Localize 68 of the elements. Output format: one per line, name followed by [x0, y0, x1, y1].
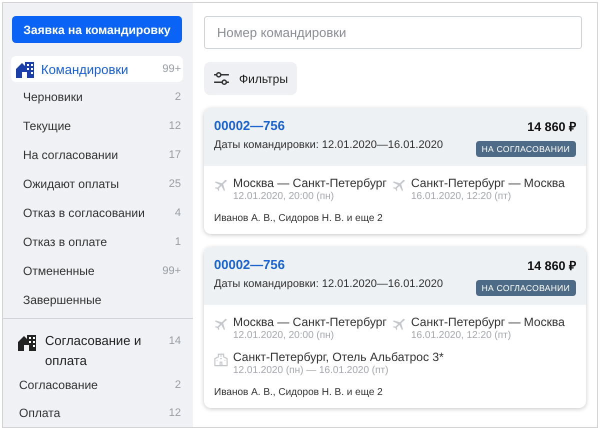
count: 99+ — [162, 264, 181, 276]
travelers: Иванов А. В., Сидоров Н. В. и еще 2 — [214, 387, 384, 398]
sidebar-item[interactable]: Оплата 12 — [17, 399, 183, 427]
hotel-name: Санкт-Петербург, Отель Альбатрос 3* — [233, 350, 444, 364]
item-label: Согласование — [19, 378, 99, 392]
departure-time: 16.01.2020, 12:20 (пт) — [411, 191, 512, 202]
sidebar-section[interactable]: Командировки 99+ — [11, 56, 183, 82]
count: 17 — [168, 148, 181, 160]
section-label: Согласование и оплата — [45, 332, 142, 370]
route: Санкт-Петербург — Москва — [411, 315, 565, 329]
status-badge: НА СОГЛАСОВАНИИ — [476, 141, 576, 157]
item-label: Отказ в согласовании — [23, 206, 146, 220]
count: 14 — [168, 334, 181, 349]
filters-button[interactable]: Фильтры — [204, 62, 297, 95]
count: 4 — [174, 206, 181, 218]
travelers: Иванов А. В., Сидоров Н. В. и еще 2 — [214, 213, 384, 224]
sidebar-item[interactable]: Согласование 2 — [17, 371, 183, 399]
sidebar-item[interactable]: Черновики 2 — [11, 82, 183, 111]
route: Санкт-Петербург — Москва — [411, 176, 565, 190]
sidebar-item[interactable]: На согласовании 17 — [11, 140, 183, 169]
plane-icon — [214, 317, 228, 332]
item-label: Завершенные — [23, 292, 102, 306]
count: 2 — [174, 379, 181, 391]
building-icon — [15, 60, 35, 78]
item-label: Черновики — [23, 90, 84, 104]
item-label: На согласовании — [23, 148, 120, 162]
plane-icon — [392, 317, 406, 332]
sidebar-item[interactable]: Отказ в согласовании 4 — [11, 198, 183, 227]
create-trip-button[interactable]: Заявка на командировку — [12, 16, 182, 43]
building-icon — [214, 352, 228, 367]
route: Москва — Санкт-Петербург — [233, 176, 387, 190]
item-label: Отмененные — [23, 264, 96, 278]
trip-card[interactable] — [204, 247, 586, 408]
trip-number-link[interactable]: 00002—756 — [214, 118, 443, 133]
trip-dates: Даты командировки: 12.01.2020—16.01.2020 — [214, 278, 443, 290]
count: 12 — [168, 120, 181, 132]
route: Москва — Санкт-Петербург — [233, 315, 387, 329]
item-label: Ожидают оплаты — [23, 176, 120, 190]
sidebar-item[interactable]: Ожидают оплаты 25 — [11, 169, 183, 198]
filter-icon — [213, 72, 230, 85]
sidebar-section[interactable]: Согласование и оплата 14 — [17, 331, 183, 371]
price: 14 860 ₽ — [527, 119, 576, 135]
building-icon — [17, 333, 37, 351]
departure-time: 12.01.2020, 20:00 (пн) — [233, 191, 336, 202]
plane-icon — [392, 178, 406, 193]
trip-dates: Даты командировки: 12.01.2020—16.01.2020 — [214, 139, 443, 151]
departure-time: 12.01.2020, 20:00 (пн) — [233, 330, 336, 341]
search-field[interactable]: Номер командировки — [204, 16, 582, 49]
sidebar-item[interactable]: Отмененные 99+ — [11, 256, 183, 285]
count: 1 — [174, 236, 181, 248]
status-badge: НА СОГЛАСОВАНИИ — [476, 280, 576, 296]
price: 14 860 ₽ — [527, 258, 576, 274]
count: 25 — [168, 178, 181, 190]
stay-dates: 12.01.2020 (пн) — 16.01.2020 (пт) — [233, 365, 390, 376]
item-label: Текущие — [23, 118, 72, 132]
item-label: Отказ в оплате — [23, 234, 108, 248]
sidebar-item[interactable]: Отказ в оплате 1 — [11, 227, 183, 256]
sidebar-item[interactable]: Текущие 12 — [11, 111, 183, 140]
section-label: Командировки — [41, 62, 130, 76]
trip-number-link[interactable]: 00002—756 — [214, 257, 443, 272]
plane-icon — [214, 178, 228, 193]
count: 2 — [174, 90, 181, 102]
departure-time: 16.01.2020, 12:20 (пт) — [411, 330, 512, 341]
item-label: Оплата — [19, 406, 62, 420]
sidebar-item[interactable]: Завершенные — [11, 285, 183, 314]
trip-card[interactable] — [204, 108, 586, 234]
count: 99+ — [162, 63, 181, 75]
count: 12 — [168, 407, 181, 419]
